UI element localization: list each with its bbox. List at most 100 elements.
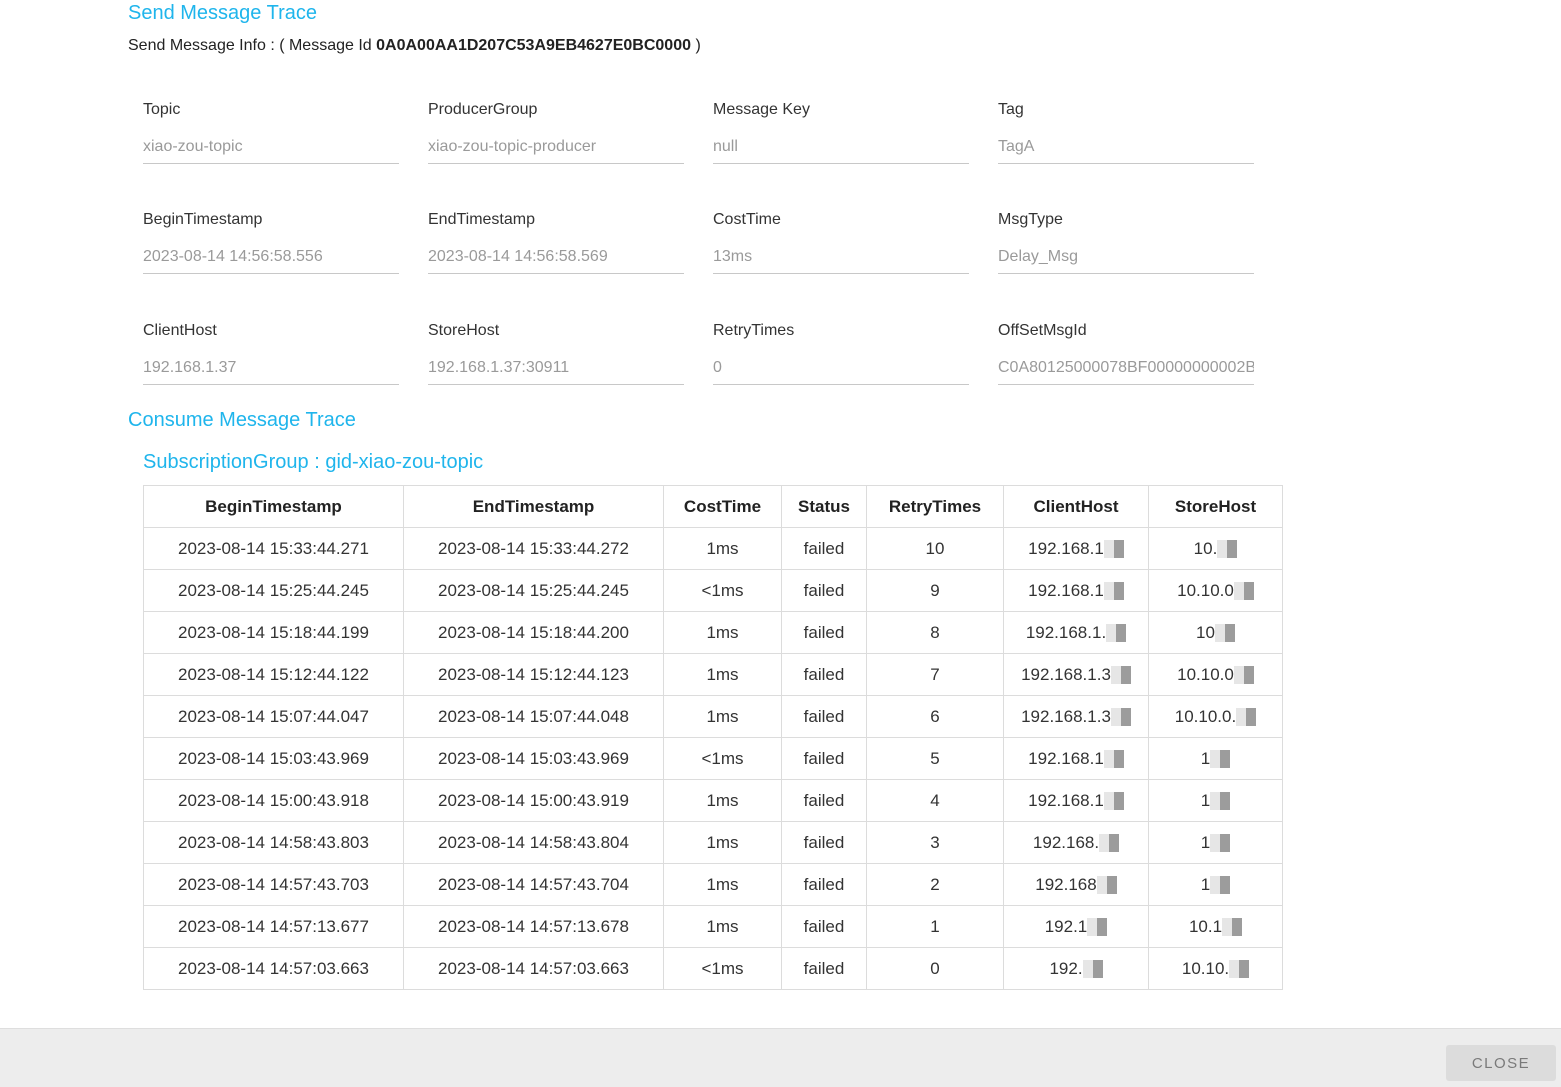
close-button[interactable]: CLOSE xyxy=(1446,1045,1556,1081)
retry-times-cell: 4 xyxy=(866,779,1004,822)
status-cell: failed xyxy=(781,779,867,822)
message-key-input[interactable] xyxy=(713,136,969,164)
end-timestamp-cell: 2023-08-14 15:03:43.969 xyxy=(403,737,664,780)
message-trace-dialog: Send Message Trace Send Message Info : (… xyxy=(0,0,1561,1087)
cell-text: 192.1 xyxy=(1044,916,1088,936)
retry-times-cell: 6 xyxy=(866,695,1004,738)
cell-text: <1ms xyxy=(701,958,744,978)
producer-group-input[interactable] xyxy=(428,136,684,164)
field-label: CostTime xyxy=(713,211,781,228)
cost-time-cell: <1ms xyxy=(663,947,782,990)
begin-timestamp-cell: 2023-08-14 14:57:13.677 xyxy=(143,905,404,948)
cost-time-input[interactable] xyxy=(713,246,969,274)
dialog-footer: CLOSE xyxy=(0,1028,1561,1087)
retry-times-input[interactable] xyxy=(713,357,969,385)
cell-text: 10.10.0. xyxy=(1174,706,1237,726)
cell-text: failed xyxy=(803,958,845,978)
end-timestamp-cell: 2023-08-14 14:58:43.804 xyxy=(403,821,664,864)
cell-text: 2023-08-14 15:03:43.969 xyxy=(438,748,629,768)
status-cell: failed xyxy=(781,695,867,738)
field-label: StoreHost xyxy=(428,322,500,339)
cell-text: 2023-08-14 15:18:44.199 xyxy=(178,622,369,642)
store-host-cell: 1 xyxy=(1148,737,1283,780)
field-label: BeginTimestamp xyxy=(143,211,263,228)
table-body: 2023-08-14 15:33:44.271 2023-08-14 15:33:… xyxy=(143,527,1283,990)
tag-input[interactable] xyxy=(998,136,1254,164)
end-timestamp-input[interactable] xyxy=(428,246,684,274)
cell-text: <1ms xyxy=(701,748,744,768)
cell-text: 2023-08-14 14:57:43.703 xyxy=(178,874,369,894)
topic-input[interactable] xyxy=(143,136,399,164)
end-timestamp-cell: 2023-08-14 15:33:44.272 xyxy=(403,527,664,570)
client-host-cell: 192.168. xyxy=(1003,821,1149,864)
column-header-retry-times: RetryTimes xyxy=(866,485,1004,528)
begin-timestamp-input[interactable] xyxy=(143,246,399,274)
redaction-mosaic xyxy=(1236,708,1257,727)
cell-text: failed xyxy=(803,916,845,936)
cell-text: 10.1 xyxy=(1188,916,1223,936)
store-host-input[interactable] xyxy=(428,357,684,385)
cell-text: 1 xyxy=(930,916,940,936)
retry-times-cell: 0 xyxy=(866,947,1004,990)
field-topic: Topic xyxy=(143,100,399,164)
status-cell: failed xyxy=(781,611,867,654)
cell-text: 2023-08-14 15:25:44.245 xyxy=(178,580,369,600)
table-row: 2023-08-14 15:33:44.271 2023-08-14 15:33:… xyxy=(143,527,1283,570)
redaction-mosaic xyxy=(1210,834,1231,853)
begin-timestamp-cell: 2023-08-14 14:58:43.803 xyxy=(143,821,404,864)
client-host-input[interactable] xyxy=(143,357,399,385)
cell-text: 2023-08-14 15:33:44.272 xyxy=(438,538,629,558)
cost-time-cell: 1ms xyxy=(663,611,782,654)
redaction-mosaic xyxy=(1110,708,1131,727)
cell-text: 192.168.1 xyxy=(1028,538,1104,558)
cell-text: 10 xyxy=(925,538,945,558)
begin-timestamp-cell: 2023-08-14 14:57:43.703 xyxy=(143,863,404,906)
retry-times-cell: 9 xyxy=(866,569,1004,612)
retry-times-cell: 8 xyxy=(866,611,1004,654)
cost-time-cell: 1ms xyxy=(663,863,782,906)
table-row: 2023-08-14 15:07:44.047 2023-08-14 15:07:… xyxy=(143,695,1283,738)
cell-text: 10. xyxy=(1193,538,1218,558)
retry-times-cell: 3 xyxy=(866,821,1004,864)
cell-text: 1ms xyxy=(706,874,739,894)
column-header-store-host: StoreHost xyxy=(1148,485,1283,528)
end-timestamp-cell: 2023-08-14 14:57:43.704 xyxy=(403,863,664,906)
send-message-info: Send Message Info : ( Message Id 0A0A00A… xyxy=(128,37,701,55)
cell-text: 2023-08-14 15:12:44.122 xyxy=(178,664,369,684)
msg-type-input[interactable] xyxy=(998,246,1254,274)
retry-times-cell: 7 xyxy=(866,653,1004,696)
store-host-cell: 10 xyxy=(1148,611,1283,654)
column-header-cost-time: CostTime xyxy=(663,485,782,528)
field-tag: Tag xyxy=(998,100,1254,164)
cell-text: 1ms xyxy=(706,790,739,810)
client-host-cell: 192. xyxy=(1003,947,1149,990)
cell-text: 192.168.1. xyxy=(1025,622,1107,642)
cell-text: 192.168 xyxy=(1035,874,1097,894)
table-row: 2023-08-14 15:18:44.199 2023-08-14 15:18:… xyxy=(143,611,1283,654)
client-host-cell: 192.168.1 xyxy=(1003,569,1149,612)
cell-text: failed xyxy=(803,538,845,558)
cell-text: 1ms xyxy=(706,664,739,684)
store-host-cell: 1 xyxy=(1148,863,1283,906)
redaction-mosaic xyxy=(1217,540,1238,559)
send-message-trace-title: Send Message Trace xyxy=(128,2,317,24)
cell-text: 2023-08-14 14:58:43.804 xyxy=(438,832,629,852)
cell-text: 1ms xyxy=(706,832,739,852)
end-timestamp-cell: 2023-08-14 15:00:43.919 xyxy=(403,779,664,822)
redaction-mosaic xyxy=(1210,792,1231,811)
table-row: 2023-08-14 15:00:43.918 2023-08-14 15:00:… xyxy=(143,779,1283,822)
field-store-host: StoreHost xyxy=(428,321,684,385)
cell-text: 1 xyxy=(1200,790,1211,810)
offset-msg-id-input[interactable] xyxy=(998,357,1254,385)
table-row: 2023-08-14 14:57:43.703 2023-08-14 14:57:… xyxy=(143,863,1283,906)
cell-text: 2023-08-14 15:07:44.047 xyxy=(178,706,369,726)
cell-text: failed xyxy=(803,622,845,642)
status-cell: failed xyxy=(781,653,867,696)
field-producer-group: ProducerGroup xyxy=(428,100,684,164)
cell-text: 1 xyxy=(1200,832,1211,852)
redaction-mosaic xyxy=(1103,582,1124,601)
status-cell: failed xyxy=(781,863,867,906)
client-host-cell: 192.1 xyxy=(1003,905,1149,948)
redaction-mosaic xyxy=(1210,750,1231,769)
cell-text: 2023-08-14 14:57:13.677 xyxy=(178,916,369,936)
